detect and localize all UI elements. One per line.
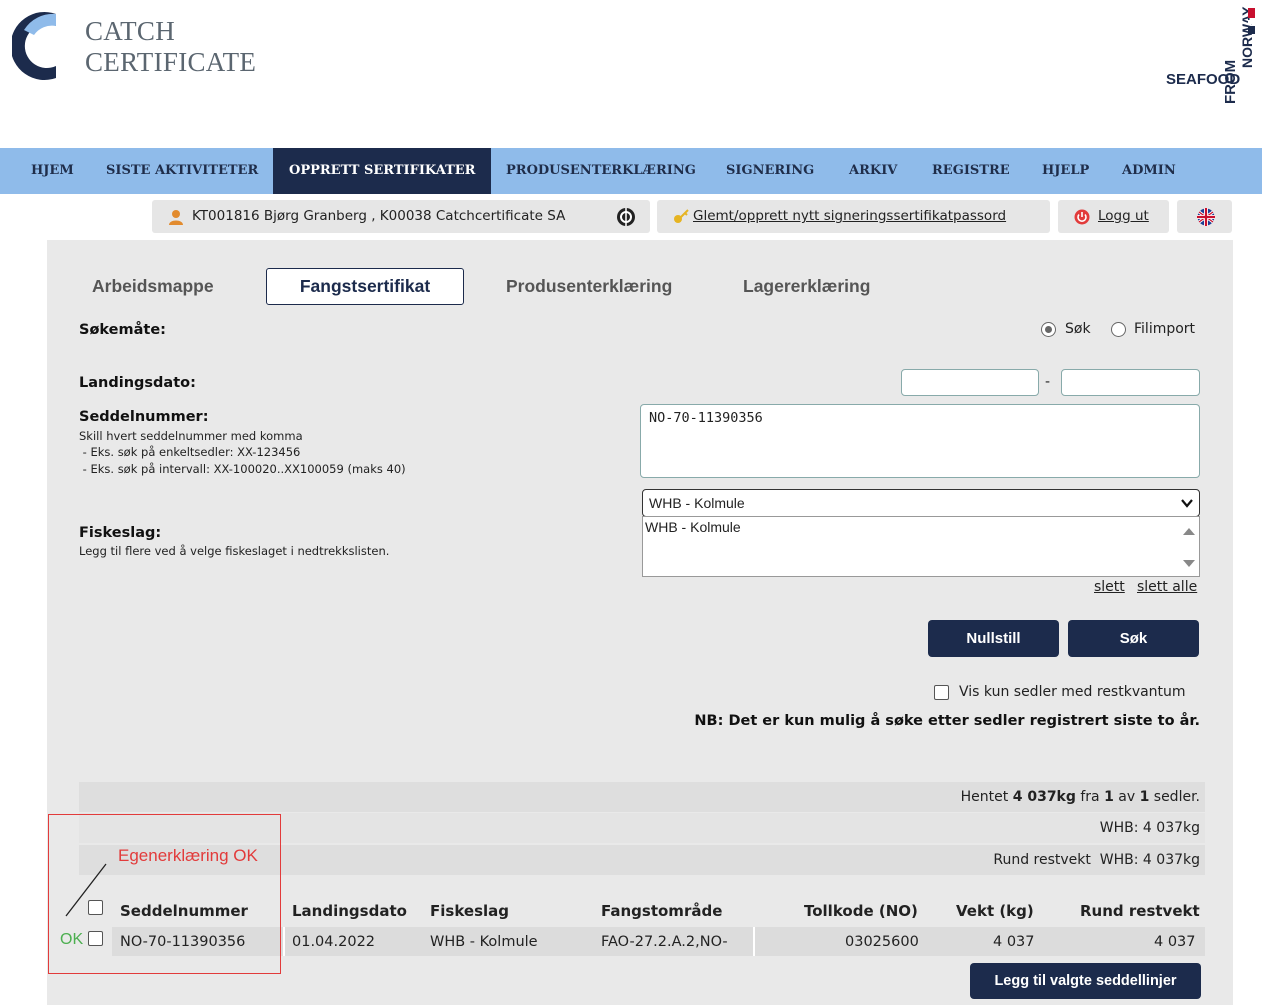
result-summary: Hentet 4 037kg fra 1 av 1 sedler. (961, 789, 1200, 805)
logout-box: Logg ut (1058, 200, 1169, 233)
column-header-landingsdato: Landingsdato (292, 902, 407, 920)
cell-tollkode: 03025600 (845, 934, 919, 950)
cell-fiskeslag: WHB - Kolmule (430, 934, 538, 950)
note-number-textarea[interactable]: NO-70-11390356 (640, 404, 1200, 478)
scroll-up-icon[interactable] (1183, 528, 1195, 535)
radio-search-label: Søk (1065, 321, 1091, 337)
column-header-tollkode: Tollkode (NO) (804, 902, 918, 920)
species-listbox[interactable]: WHB - Kolmule (642, 516, 1200, 577)
chevron-down-icon (1181, 499, 1193, 508)
summary-count: 1 (1104, 789, 1114, 805)
cell-fangstomrade: FAO-27.2.A.2,NO- (601, 934, 728, 950)
date-separator: - (1045, 374, 1051, 390)
column-header-fiskeslag: Fiskeslag (430, 902, 509, 920)
rest-only-checkbox[interactable] (934, 685, 949, 700)
nav-hjem[interactable]: HJEM (31, 148, 74, 194)
add-selected-lines-button[interactable]: Legg til valgte seddellinjer (970, 963, 1201, 999)
logout-link[interactable]: Logg ut (1098, 200, 1149, 233)
landing-date-from-input[interactable] (901, 369, 1039, 396)
landing-date-label: Landingsdato: (79, 375, 196, 391)
radio-search[interactable] (1041, 322, 1056, 337)
tab-produsenterklaering[interactable]: Produsenterklæring (506, 268, 672, 305)
password-link[interactable]: Glemt/opprett nytt signeringssertifikatp… (693, 200, 1006, 233)
nav-registre[interactable]: REGISTRE (932, 148, 1010, 194)
search-mode-label: Søkemåte: (79, 322, 166, 338)
nav-admin[interactable]: ADMIN (1122, 148, 1176, 194)
tab-fangstsertifikat[interactable]: Fangstsertifikat (266, 268, 464, 305)
tab-lagererklaering[interactable]: Lagererklæring (743, 268, 870, 305)
species-select[interactable]: WHB - Kolmule (642, 489, 1200, 517)
species-total: WHB: 4 037kg (1099, 820, 1200, 836)
search-button[interactable]: Søk (1068, 620, 1199, 657)
radio-file-import[interactable] (1111, 322, 1126, 337)
key-icon (674, 209, 689, 223)
species-hint: Legg til flere ved å velge fiskeslaget i… (79, 544, 390, 558)
globe-icon[interactable] (616, 207, 636, 227)
brand-title: CATCH CERTIFICATE (85, 16, 256, 78)
summary-weight: 4 037kg (1012, 789, 1076, 805)
seafood-logo-from: FROM (1222, 60, 1239, 104)
search-notice: NB: Det er kun mulig å søke etter sedler… (694, 713, 1200, 729)
note-number-hint-3: - Eks. søk på intervall: XX-100020..XX10… (79, 462, 406, 476)
power-icon (1074, 209, 1090, 225)
species-label: Fiskeslag: (79, 525, 162, 541)
column-divider (283, 927, 285, 956)
nav-siste-aktiviteter[interactable]: SISTE AKTIVITETER (106, 148, 258, 194)
column-divider (753, 927, 755, 956)
nav-arkiv[interactable]: ARKIV (849, 148, 897, 194)
uk-flag-icon[interactable] (1197, 208, 1215, 226)
note-number-label: Seddelnummer: (79, 409, 209, 425)
radio-file-import-label: Filimport (1134, 321, 1196, 337)
landing-date-to-input[interactable] (1061, 369, 1200, 396)
summary-prefix: Hentet (960, 789, 1013, 805)
column-header-fangstomrade: Fangstområde (601, 902, 723, 920)
cell-landingsdato: 01.04.2022 (292, 934, 376, 950)
main-navigation: HJEM SISTE AKTIVITETER OPPRETT SERTIFIKA… (0, 148, 1262, 194)
seafood-from-norway-logo: SEAFOOD FROM NORWAY (1166, 6, 1255, 104)
note-number-hint-2: - Eks. søk på enkeltsedler: XX-123456 (79, 445, 301, 459)
catch-certificate-logo (12, 12, 56, 80)
nav-signering[interactable]: SIGNERING (726, 148, 814, 194)
tab-arbeidsmappe[interactable]: Arbeidsmappe (92, 268, 214, 305)
reset-button[interactable]: Nullstill (928, 620, 1059, 657)
column-header-vekt: Vekt (kg) (956, 902, 1034, 920)
brand-line-1: CATCH (85, 16, 176, 46)
summary-mid: fra (1075, 789, 1105, 805)
annotation-arrow-line (65, 863, 107, 917)
brand-line-2: CERTIFICATE (85, 47, 257, 77)
user-info-box: KT001816 Bjørg Granberg , K00038 Catchce… (152, 200, 650, 233)
summary-suffix: sedler. (1149, 789, 1200, 805)
user-icon (169, 210, 183, 225)
scroll-down-icon[interactable] (1183, 560, 1195, 567)
annotation-label: Egenerklæring OK (118, 846, 258, 865)
user-identity: KT001816 Bjørg Granberg , K00038 Catchce… (192, 208, 566, 224)
column-header-rund-restvekt: Rund restvekt (1080, 902, 1200, 920)
password-link-box: Glemt/opprett nytt signeringssertifikatp… (657, 200, 1050, 233)
cell-vekt: 4 037 (993, 934, 1035, 950)
summary-total: 1 (1139, 789, 1150, 805)
cell-rund-restvekt: 4 037 (1154, 934, 1196, 950)
note-number-hint-1: Skill hvert seddelnummer med komma (79, 429, 303, 443)
round-rest-total: Rund restvekt WHB: 4 037kg (993, 852, 1200, 868)
delete-all-link[interactable]: slett alle (1137, 579, 1197, 595)
language-box (1177, 200, 1232, 233)
nav-produsenterklaering[interactable]: PRODUSENTERKLÆRING (506, 148, 696, 194)
summary-av: av (1113, 789, 1140, 805)
delete-link[interactable]: slett (1094, 579, 1125, 595)
species-list-item[interactable]: WHB - Kolmule (645, 519, 1197, 535)
species-select-value: WHB - Kolmule (649, 495, 745, 511)
nav-opprett-sertifikater[interactable]: OPPRETT SERTIFIKATER (273, 148, 492, 194)
nav-hjelp[interactable]: HJELP (1042, 148, 1089, 194)
rest-only-label: Vis kun sedler med restkvantum (959, 684, 1186, 700)
